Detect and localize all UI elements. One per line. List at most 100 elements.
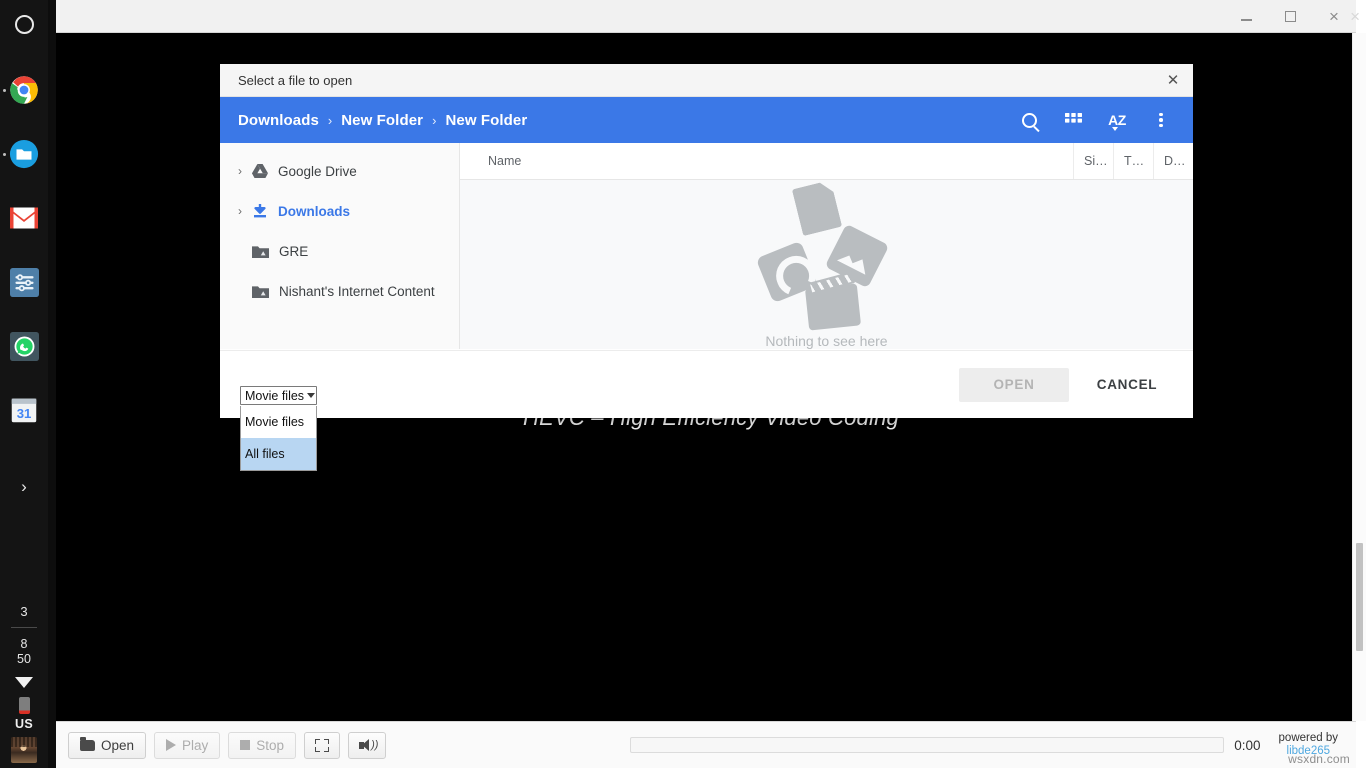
sidebar-item-downloads[interactable]: › Downloads <box>220 191 459 231</box>
sidebar-item-gre[interactable]: › GRE <box>220 231 459 271</box>
files-icon[interactable] <box>8 138 40 170</box>
calendar-icon[interactable]: 31 <box>8 394 40 426</box>
sidebar-item-label: Nishant's Internet Content <box>279 284 435 299</box>
fullscreen-icon <box>315 739 329 752</box>
seek-slider[interactable] <box>630 737 1224 753</box>
volume-icon: )) <box>359 739 375 752</box>
whatsapp-glyph <box>10 332 39 361</box>
chevron-right-icon: › <box>21 478 27 495</box>
column-header-size[interactable]: Si… <box>1073 143 1113 179</box>
gmail-icon[interactable] <box>8 202 40 234</box>
dialog-close-icon[interactable]: ✕ <box>1159 66 1187 94</box>
launcher-icon <box>15 15 34 34</box>
launcher-button[interactable] <box>8 8 40 40</box>
sidebar-item-label: GRE <box>279 244 308 259</box>
breadcrumb-item-0[interactable]: Downloads <box>238 112 319 129</box>
play-button[interactable]: Play <box>154 732 220 759</box>
shared-folder-icon <box>252 245 269 258</box>
sidebar-item-nishants-internet-content[interactable]: › Nishant's Internet Content <box>220 271 459 311</box>
file-filter-option-all-files[interactable]: All files <box>241 438 316 470</box>
chrome-glyph <box>9 75 39 105</box>
chevron-placeholder: › <box>228 244 252 258</box>
folder-icon <box>80 740 95 751</box>
google-drive-icon <box>252 164 268 178</box>
svg-text:31: 31 <box>17 406 32 421</box>
sort-az-icon: AZ <box>1108 112 1126 128</box>
calendar-glyph: 31 <box>10 396 38 424</box>
file-filter-option-movie-files[interactable]: Movie files <box>241 406 316 438</box>
powered-by-label: powered by <box>1279 732 1338 745</box>
volume-button[interactable]: )) <box>348 732 386 759</box>
settings-list-icon[interactable] <box>8 266 40 298</box>
grid-view-button[interactable] <box>1051 98 1095 142</box>
avatar[interactable] <box>11 737 37 763</box>
file-filter-option-list: Movie files All files <box>240 406 317 471</box>
battery-icon[interactable] <box>19 697 30 714</box>
shelf-expand-button[interactable]: › <box>8 470 40 502</box>
sidebar-item-label: Downloads <box>278 204 350 219</box>
maximize-button[interactable] <box>1268 0 1312 32</box>
column-header-name[interactable]: Name <box>460 154 1073 168</box>
stop-icon <box>240 740 250 750</box>
file-filter-dropdown: Movie files Movie files All files <box>240 386 317 405</box>
dialog-titlebar: Select a file to open ✕ <box>220 64 1193 97</box>
sidebar-item-label: Google Drive <box>278 164 357 179</box>
cancel-button[interactable]: CANCEL <box>1079 368 1175 402</box>
breadcrumb-separator: › <box>432 113 436 128</box>
column-headers: Name Si… T… D… <box>460 143 1193 180</box>
scrollbar-thumb[interactable] <box>1356 543 1363 651</box>
window-titlebar: × <box>56 0 1356 33</box>
chevron-down-icon <box>307 393 315 398</box>
download-icon <box>252 203 268 219</box>
minimize-button[interactable] <box>1224 0 1268 32</box>
fullscreen-button[interactable] <box>304 732 340 759</box>
wifi-icon[interactable] <box>15 676 33 689</box>
play-icon <box>166 739 176 751</box>
keyboard-layout-indicator[interactable]: US <box>15 717 33 731</box>
stop-button-label: Stop <box>256 738 284 753</box>
column-header-type[interactable]: T… <box>1113 143 1153 179</box>
search-button[interactable] <box>1007 98 1051 142</box>
gmail-glyph <box>10 207 38 229</box>
empty-state: Nothing to see here <box>460 180 1193 349</box>
dialog-toolbar: Downloads › New Folder › New Folder AZ <box>220 97 1193 143</box>
grid-view-icon <box>1065 113 1082 127</box>
sidebar-item-google-drive[interactable]: › Google Drive <box>220 151 459 191</box>
dialog-body: › Google Drive › <box>220 143 1193 349</box>
breadcrumb-separator: › <box>328 113 332 128</box>
open-button[interactable]: Open <box>68 732 146 759</box>
movie-file-icon <box>804 283 860 330</box>
clock-minute: 50 <box>17 652 31 667</box>
chevron-right-icon[interactable]: › <box>228 204 252 218</box>
open-button-label: Open <box>101 738 134 753</box>
chrome-icon[interactable] <box>8 74 40 106</box>
secondary-close-icon[interactable]: × <box>1350 7 1360 27</box>
chevron-right-icon[interactable]: › <box>228 164 252 178</box>
chevron-placeholder: › <box>228 284 252 298</box>
file-filter-select[interactable]: Movie files <box>240 386 317 405</box>
file-list-panel: Name Si… T… D… Nothing to see here <box>460 143 1193 349</box>
dialog-title: Select a file to open <box>238 73 1159 88</box>
notification-count: 3 <box>20 604 27 620</box>
status-divider <box>11 627 37 628</box>
status-area[interactable]: 3 8 50 US <box>0 604 48 768</box>
stop-button[interactable]: Stop <box>228 732 296 759</box>
sort-az-button[interactable]: AZ <box>1095 98 1139 142</box>
dialog-sidebar: › Google Drive › <box>220 143 460 349</box>
open-button[interactable]: OPEN <box>959 368 1069 402</box>
desktop: × × HEVC – High Efficiency Video Coding … <box>0 0 1366 768</box>
more-menu-button[interactable] <box>1139 98 1183 142</box>
window-scrollbar[interactable] <box>1352 33 1366 721</box>
empty-state-illustration <box>747 182 907 327</box>
whatsapp-icon[interactable] <box>8 330 40 362</box>
column-header-date[interactable]: D… <box>1153 143 1193 179</box>
close-icon: × <box>1329 8 1339 25</box>
document-file-icon <box>791 180 841 236</box>
empty-state-text: Nothing to see here <box>765 333 887 349</box>
files-active-dot <box>3 153 6 156</box>
settings-list-glyph <box>10 268 39 297</box>
breadcrumb-item-1[interactable]: New Folder <box>341 112 423 129</box>
site-watermark: wsxdn.com <box>1288 752 1350 766</box>
breadcrumb-item-2[interactable]: New Folder <box>445 112 527 129</box>
shelf: 31 › 3 8 50 US <box>0 0 48 768</box>
